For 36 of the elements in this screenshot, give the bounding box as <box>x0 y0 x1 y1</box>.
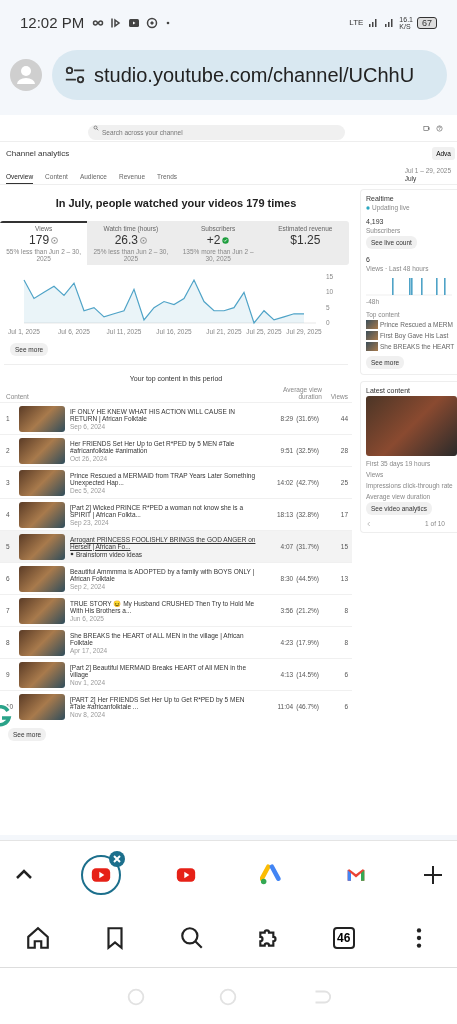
play-arrow-icon <box>110 16 123 29</box>
video-icon <box>128 16 141 29</box>
signal-icon <box>383 16 396 29</box>
video-thumbnail <box>19 469 65 496</box>
video-thumbnail <box>19 661 65 688</box>
network-type: LTE <box>349 18 364 27</box>
info-circle-icon <box>140 236 148 244</box>
add-video-icon[interactable] <box>423 124 430 132</box>
play-logo-icon <box>176 865 196 885</box>
tab-count-button[interactable]: 46 <box>332 927 355 949</box>
video-thumbnail <box>366 331 378 340</box>
address-bar[interactable]: studio.youtube.com/channel/UChhU <box>52 50 447 100</box>
video-thumbnail <box>19 693 65 720</box>
headline: In July, people watched your videos 179 times <box>54 197 298 209</box>
video-thumbnail <box>19 437 65 464</box>
video-thumbnail <box>19 501 65 528</box>
video-thumbnail <box>19 533 65 560</box>
info-circle-icon <box>51 236 59 244</box>
close-icon[interactable] <box>109 851 125 867</box>
video-thumbnail <box>366 342 378 351</box>
tune-icon <box>64 64 86 86</box>
video-thumbnail <box>366 320 378 329</box>
search-icon <box>93 125 99 131</box>
signal-icon <box>367 16 380 29</box>
page-title: Channel analytics <box>6 148 70 158</box>
play-logo-icon <box>91 865 111 885</box>
ads-logo-icon <box>260 864 282 886</box>
video-thumbnail <box>19 629 65 656</box>
plus-icon[interactable] <box>421 863 445 887</box>
video-thumbnail <box>19 565 65 592</box>
video-thumbnail <box>19 405 65 432</box>
live-dot-icon <box>366 205 370 210</box>
check-circle-icon <box>222 236 230 244</box>
clock: 12:02 PM <box>20 14 85 31</box>
video-thumbnail <box>19 597 65 624</box>
battery-indicator: 67 <box>417 16 437 29</box>
